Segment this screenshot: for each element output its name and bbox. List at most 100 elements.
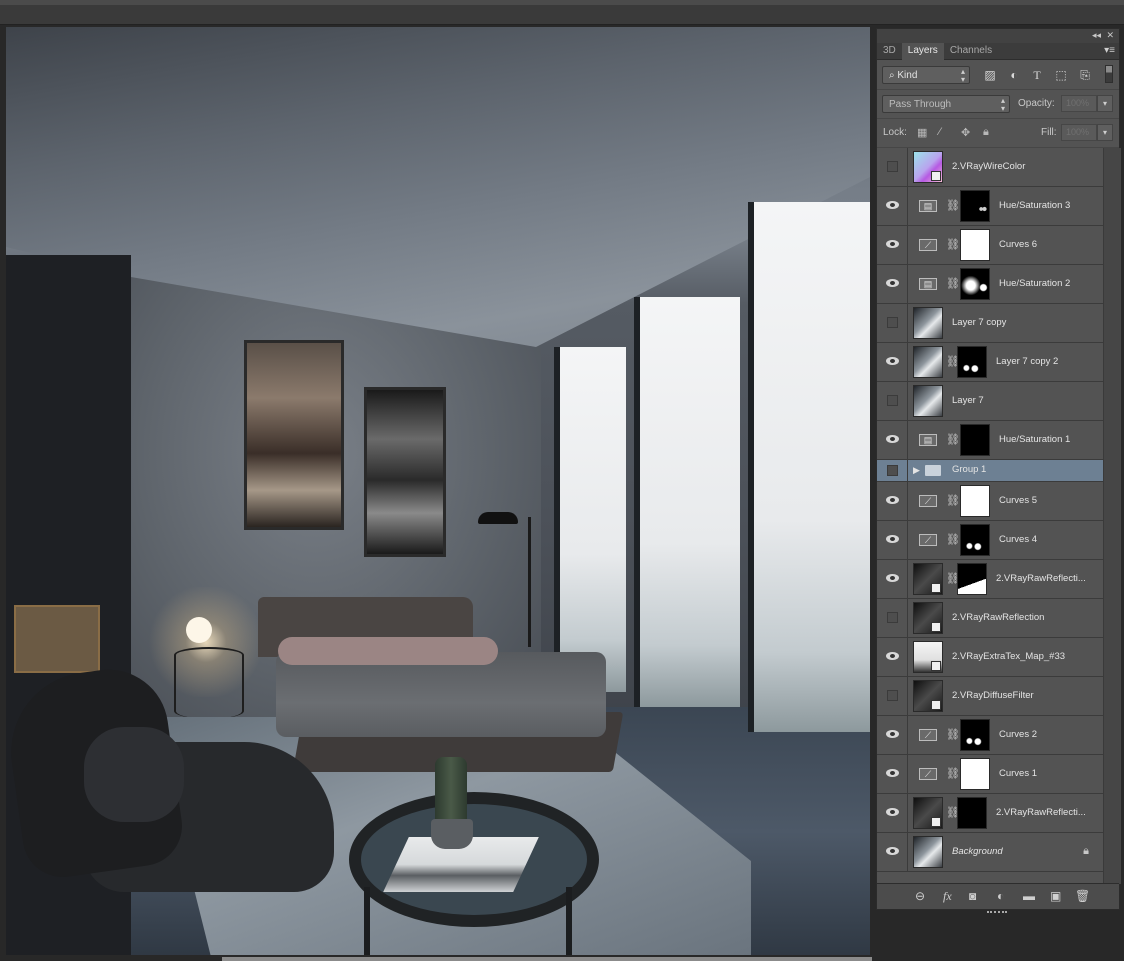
link-chain-icon[interactable]: ⛓ <box>946 728 960 741</box>
visibility-off-box[interactable] <box>887 690 898 701</box>
layer-row[interactable]: ⛓ Layer 7 copy 2 <box>877 343 1103 382</box>
document-canvas-image[interactable] <box>6 27 870 955</box>
visibility-toggle[interactable] <box>877 638 908 676</box>
link-chain-icon[interactable]: ⛓ <box>946 238 960 251</box>
visibility-off-box[interactable] <box>887 395 898 406</box>
smart-object-filter-icon[interactable]: ⎘ <box>1078 68 1092 82</box>
layer-row[interactable]: 2.VRayDiffuseFilter <box>877 677 1103 716</box>
layer-mask-thumbnail[interactable] <box>960 719 990 751</box>
link-chain-icon[interactable]: ⛓ <box>946 277 960 290</box>
new-layer-icon[interactable]: ▣ <box>1050 889 1061 903</box>
eye-icon[interactable] <box>886 652 899 660</box>
layer-mask-thumbnail[interactable] <box>957 563 987 595</box>
layer-row[interactable]: 2.VRayRawReflection <box>877 599 1103 638</box>
tab-3d[interactable]: 3D <box>877 43 902 60</box>
eye-icon[interactable] <box>886 847 899 855</box>
delete-layer-icon[interactable]: 🗑︎ <box>1075 889 1090 903</box>
layer-row[interactable]: ⛓ 2.VRayRawReflecti... <box>877 794 1103 833</box>
layer-mask-thumbnail[interactable] <box>957 346 987 378</box>
layer-thumbnail[interactable] <box>913 385 943 417</box>
eye-icon[interactable] <box>886 808 899 816</box>
lock-image-icon[interactable]: ⁄ <box>939 126 941 138</box>
opacity-field[interactable]: 100% <box>1061 95 1097 112</box>
link-chain-icon[interactable]: ⛓ <box>946 199 960 212</box>
layer-mask-thumbnail[interactable] <box>960 229 990 261</box>
visibility-toggle[interactable] <box>877 304 908 342</box>
link-chain-icon[interactable]: ⛓ <box>946 433 960 446</box>
fill-field[interactable]: 100% <box>1061 124 1097 141</box>
layer-thumbnail[interactable] <box>913 680 943 712</box>
eye-icon[interactable] <box>886 201 899 209</box>
filter-toggle-switch[interactable] <box>1105 65 1113 83</box>
layer-thumbnail[interactable] <box>913 346 943 378</box>
visibility-toggle[interactable] <box>877 482 908 520</box>
layer-mask-thumbnail[interactable] <box>960 190 990 222</box>
layer-mask-thumbnail[interactable] <box>960 758 990 790</box>
layer-row[interactable]: Layer 7 copy <box>877 304 1103 343</box>
panel-menu-icon[interactable]: ▾≡ <box>1104 45 1115 56</box>
opacity-dropdown-button[interactable]: ▾ <box>1097 95 1113 112</box>
visibility-off-box[interactable] <box>887 161 898 172</box>
layer-mask-thumbnail[interactable] <box>960 424 990 456</box>
link-chain-icon[interactable]: ⛓ <box>946 494 960 507</box>
visibility-toggle[interactable] <box>877 560 908 598</box>
tab-channels[interactable]: Channels <box>944 43 998 60</box>
collapse-panel-icon[interactable]: ◂◂ <box>1092 30 1101 41</box>
visibility-toggle[interactable] <box>877 187 908 225</box>
visibility-toggle[interactable] <box>877 265 908 303</box>
visibility-toggle[interactable] <box>877 833 908 871</box>
eye-icon[interactable] <box>886 279 899 287</box>
layer-row[interactable]: ⟋ ⛓ Curves 4 <box>877 521 1103 560</box>
eye-icon[interactable] <box>886 769 899 777</box>
visibility-toggle[interactable] <box>877 599 908 637</box>
visibility-toggle[interactable] <box>877 148 908 186</box>
lock-transparent-icon[interactable]: ▦ <box>917 126 927 139</box>
layer-mask-thumbnail[interactable] <box>960 268 990 300</box>
fx-icon[interactable]: fx <box>943 889 952 904</box>
eye-icon[interactable] <box>886 535 899 543</box>
visibility-toggle[interactable] <box>877 716 908 754</box>
layer-mask-thumbnail[interactable] <box>960 524 990 556</box>
layer-thumbnail[interactable] <box>913 602 943 634</box>
type-filter-icon[interactable]: T <box>1030 68 1044 82</box>
add-mask-icon[interactable]: ◙ <box>969 889 976 903</box>
layer-row[interactable]: ⟋ ⛓ Curves 6 <box>877 226 1103 265</box>
layer-row[interactable]: ⛓ 2.VRayRawReflecti... <box>877 560 1103 599</box>
eye-icon[interactable] <box>886 357 899 365</box>
layer-row[interactable]: Layer 7 <box>877 382 1103 421</box>
visibility-toggle[interactable] <box>877 755 908 793</box>
eye-icon[interactable] <box>886 435 899 443</box>
visibility-off-box[interactable] <box>887 612 898 623</box>
adjustment-filter-icon[interactable]: ◐ <box>1007 68 1021 82</box>
blend-mode-select[interactable]: Pass Through ▴ ▾ <box>882 95 1010 113</box>
new-adjustment-icon[interactable]: ◐ <box>997 889 1004 903</box>
horizontal-scrollbar[interactable] <box>222 957 872 961</box>
layer-thumbnail[interactable] <box>913 307 943 339</box>
layer-row[interactable]: ▶ Group 1 <box>877 460 1103 482</box>
visibility-toggle[interactable] <box>877 226 908 264</box>
layer-row[interactable]: ⟋ ⛓ Curves 2 <box>877 716 1103 755</box>
layer-row[interactable]: Background 🔒︎ <box>877 833 1103 872</box>
link-chain-icon[interactable]: ⛓ <box>946 767 960 780</box>
eye-icon[interactable] <box>886 496 899 504</box>
visibility-toggle[interactable] <box>877 460 908 481</box>
visibility-off-box[interactable] <box>887 317 898 328</box>
shape-filter-icon[interactable]: ⬚ <box>1054 68 1068 82</box>
layer-row[interactable]: ▤ ⛓ Hue/Saturation 3 <box>877 187 1103 226</box>
layer-row[interactable]: ▤ ⛓ Hue/Saturation 2 <box>877 265 1103 304</box>
close-panel-icon[interactable]: ✕ <box>1106 30 1114 41</box>
visibility-toggle[interactable] <box>877 382 908 420</box>
layer-row[interactable]: ⟋ ⛓ Curves 5 <box>877 482 1103 521</box>
layer-thumbnail[interactable] <box>913 563 943 595</box>
eye-icon[interactable] <box>886 574 899 582</box>
link-chain-icon[interactable]: ⛓ <box>946 533 960 546</box>
resize-grip[interactable] <box>987 911 1007 915</box>
layer-mask-thumbnail[interactable] <box>957 797 987 829</box>
document-canvas-area[interactable] <box>0 25 872 957</box>
expand-arrow-icon[interactable]: ▶ <box>913 465 920 476</box>
visibility-toggle[interactable] <box>877 343 908 381</box>
new-group-icon[interactable]: ▬ <box>1023 889 1035 903</box>
visibility-toggle[interactable] <box>877 677 908 715</box>
eye-icon[interactable] <box>886 240 899 248</box>
visibility-toggle[interactable] <box>877 521 908 559</box>
